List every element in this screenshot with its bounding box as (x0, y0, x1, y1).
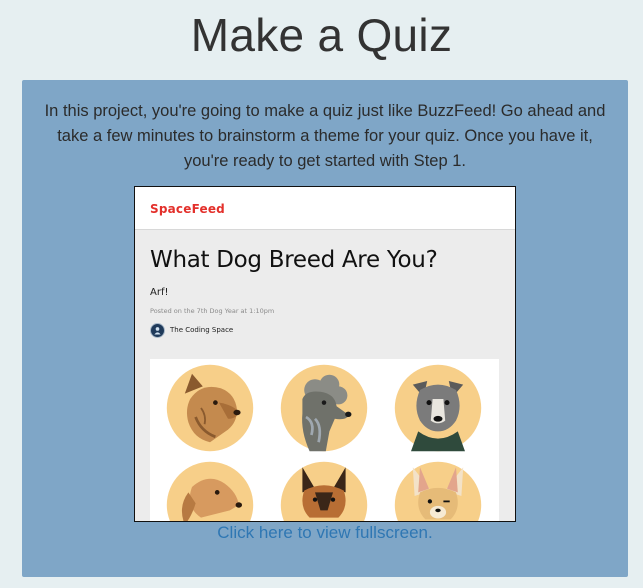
author-name: The Coding Space (170, 326, 234, 334)
person-icon (154, 326, 161, 335)
avatar (150, 322, 165, 338)
author-row: The Coding Space (150, 322, 233, 338)
view-fullscreen-link[interactable]: Click here to view fullscreen. (22, 523, 628, 543)
page-title: Make a Quiz (190, 9, 453, 61)
pitbull-dog-icon[interactable] (393, 363, 483, 453)
dog-image-grid (150, 359, 499, 522)
quiz-preview-frame[interactable]: SpaceFeed What Dog Breed Are You? Arf! P… (134, 186, 516, 522)
terrier-dog-icon[interactable] (165, 363, 255, 453)
quiz-subtitle: Arf! (150, 287, 169, 298)
post-meta: Posted on the 7th Dog Year at 1:10pm (150, 307, 275, 315)
quiz-title: What Dog Breed Are You? (150, 247, 438, 273)
poodle-dog-icon[interactable] (279, 363, 369, 453)
content-panel: In this project, you're going to make a … (22, 80, 628, 577)
intro-text: In this project, you're going to make a … (44, 102, 606, 170)
golden-retriever-dog-icon[interactable] (165, 460, 255, 522)
preview-header: SpaceFeed (135, 187, 515, 230)
german-shepherd-dog-icon[interactable] (279, 460, 369, 522)
spacefeed-logo: SpaceFeed (150, 202, 225, 216)
chihuahua-dog-icon[interactable] (393, 460, 483, 522)
